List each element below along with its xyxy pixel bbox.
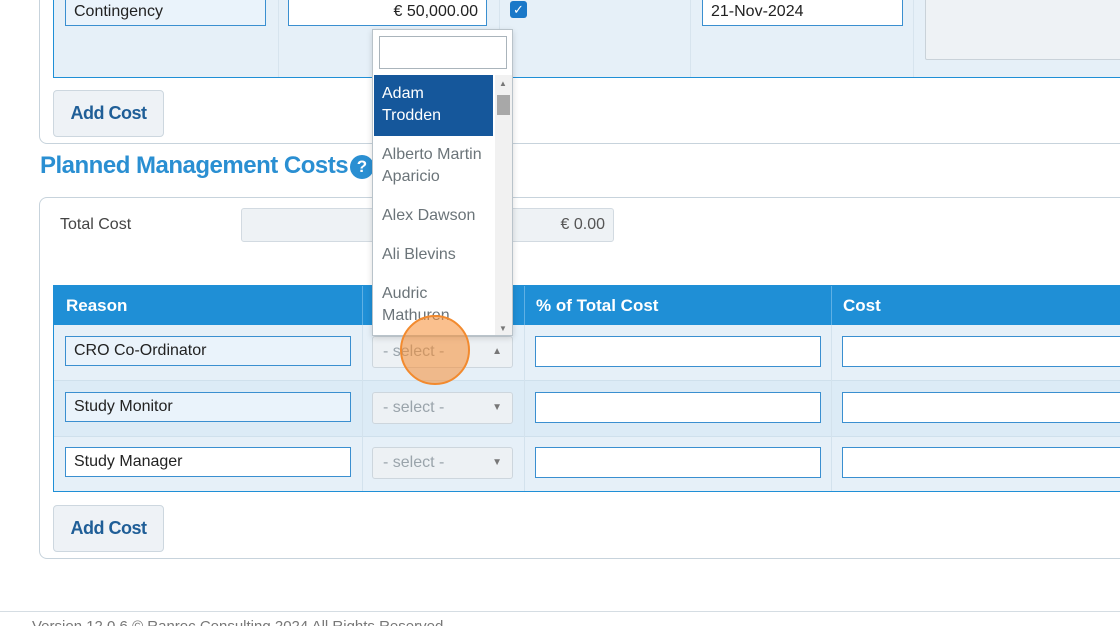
header-reason: Reason [54,286,362,325]
include-checkbox[interactable]: ✓ [510,1,527,18]
reason-input[interactable]: CRO Co-Ordinator [65,336,351,366]
dropdown-option[interactable]: Alberto Martin Aparicio [374,136,493,197]
dropdown-option[interactable]: Ali Blevins [374,236,493,275]
reason-input[interactable]: Study Monitor [65,392,351,422]
scrollbar-thumb[interactable] [497,95,510,115]
reason-input[interactable]: Contingency [65,0,266,26]
role-select[interactable]: - select - ▼ [372,392,513,424]
total-cost-label: Total Cost [60,216,131,234]
chevron-up-icon: ▲ [492,337,502,367]
help-icon[interactable]: ? [350,155,374,179]
footer-text: Version 12.0.6 © Ranroc Consulting 2024 … [32,618,443,626]
amount-input[interactable]: € 50,000.00 [288,0,487,26]
dropdown-option[interactable]: Alex Dawson [374,197,493,236]
cost-input[interactable] [842,392,1120,423]
section-title: Planned Management Costs [40,152,348,180]
role-dropdown: Adam Trodden Alberto Martin Aparicio Ale… [372,29,513,336]
add-cost-button[interactable]: Add Cost [53,90,164,137]
reason-input[interactable]: Study Manager [65,447,351,477]
scroll-down-icon[interactable]: ▼ [499,324,507,333]
header-percent-of-total: % of Total Cost [524,286,831,325]
percent-input[interactable] [535,336,821,367]
add-cost-button[interactable]: Add Cost [53,505,164,552]
dropdown-scrollbar[interactable]: ▲ ▼ [495,75,512,336]
percent-input[interactable] [535,447,821,478]
cost-input[interactable] [842,447,1120,478]
dropdown-search-input[interactable] [379,36,507,69]
cost-input[interactable] [842,336,1120,367]
chevron-down-icon: ▼ [492,448,502,478]
chevron-down-icon: ▼ [492,393,502,423]
header-cost: Cost [831,286,1120,325]
select-value: - select - [383,399,444,416]
table-header: Reason % of Total Cost Cost [54,286,1120,325]
role-select[interactable]: - select - ▼ [372,447,513,479]
click-indicator [400,315,470,385]
select-value: - select - [383,454,444,471]
date-input[interactable]: 21-Nov-2024 [702,0,903,26]
check-icon: ✓ [513,2,524,17]
scroll-up-icon[interactable]: ▲ [499,79,507,88]
percent-input[interactable] [535,392,821,423]
notes-textarea[interactable] [925,0,1120,60]
footer-divider [0,611,1120,612]
dropdown-option[interactable]: Adam Trodden [374,75,493,136]
dropdown-options: Adam Trodden Alberto Martin Aparicio Ale… [374,75,493,336]
